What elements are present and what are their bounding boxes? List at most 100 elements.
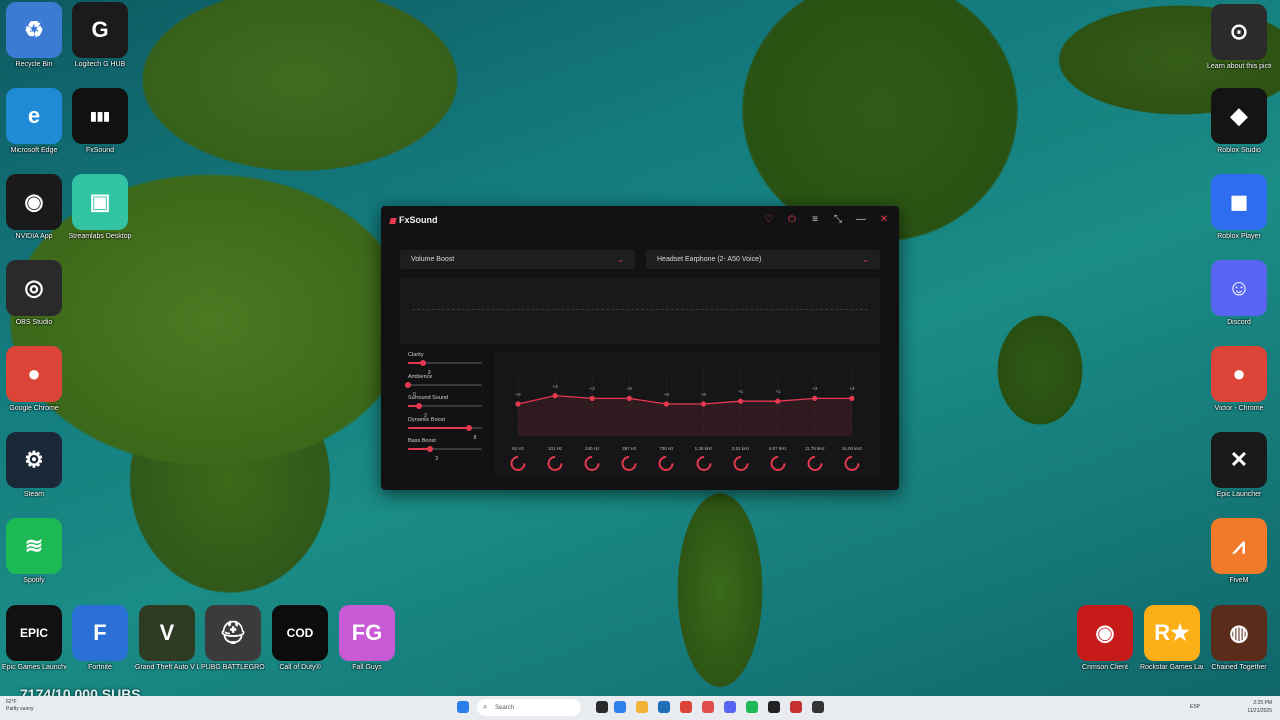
desktop-shortcut[interactable]: ◆ Roblox Studio xyxy=(1207,88,1271,155)
recorder-taskbar-icon[interactable] xyxy=(790,701,802,713)
preset-dropdown[interactable]: Volume Boost ⌄ xyxy=(400,250,635,269)
obs-taskbar-icon[interactable] xyxy=(812,701,824,713)
recycle-bin-icon: ♻ xyxy=(6,2,62,58)
eq-gain-label: +2 xyxy=(812,386,818,392)
fxsound-window: FxSound ♡ ⏻ ≡ ⤡ — ✕ Volume Boost ⌄ Heads… xyxy=(381,206,899,490)
steam-icon: ⚙ xyxy=(6,432,62,488)
eq-band-point[interactable] xyxy=(589,395,595,401)
edge-icon: e xyxy=(6,88,62,144)
weather-desc: Partly sunny xyxy=(6,706,34,712)
effect-slider[interactable]: 8 xyxy=(408,424,482,441)
shortcut-label: Chained Together xyxy=(1211,664,1267,671)
desktop-shortcut[interactable]: ⛑ PUBG BATTLEGROUNDS xyxy=(201,605,265,672)
slider-handle[interactable] xyxy=(465,424,472,431)
eq-band-point[interactable] xyxy=(626,395,632,401)
slider-handle[interactable] xyxy=(416,403,423,409)
eq-band-point[interactable] xyxy=(849,395,855,401)
language-indicator: ESP xyxy=(1189,704,1200,710)
effect-slider[interactable]: 0 xyxy=(405,381,482,398)
eq-band-point[interactable] xyxy=(663,401,669,407)
slider-handle[interactable] xyxy=(405,381,411,388)
clock-date: 11/21/2025 xyxy=(1247,708,1272,714)
menu-icon[interactable]: ≡ xyxy=(808,212,822,226)
close-button[interactable]: ✕ xyxy=(877,212,891,226)
effect-slider[interactable]: 3 xyxy=(408,446,482,462)
desktop-shortcut[interactable]: R★ Rockstar Games Launcher xyxy=(1140,605,1204,672)
eq-band-point[interactable] xyxy=(775,398,781,404)
desktop-shortcut[interactable]: ⚙ Steam xyxy=(2,432,66,499)
eq-curve-fill xyxy=(518,395,852,436)
effect-slider[interactable]: 3 xyxy=(408,360,482,376)
desktop-shortcut[interactable]: ● Victor - Chrome xyxy=(1207,346,1271,413)
fxsound-title: FxSound xyxy=(389,215,438,225)
desktop-shortcut[interactable]: ◍ Chained Together xyxy=(1207,605,1271,672)
copilot-icon[interactable] xyxy=(614,701,626,713)
search-icon: ⌕ xyxy=(483,702,488,711)
desktop-shortcut[interactable]: ◼ Roblox Player xyxy=(1207,174,1271,241)
app-taskbar-icon[interactable] xyxy=(702,701,714,713)
shortcut-label: PUBG BATTLEGROUNDS xyxy=(201,664,265,671)
desktop-shortcut[interactable]: ≋ Spotify xyxy=(2,518,66,585)
eq-frequency-label: 11.76 kHz xyxy=(804,446,825,451)
eq-frequency-label: 62 Hz xyxy=(512,446,524,451)
effect-name: Clarity xyxy=(408,352,424,358)
eq-band-point[interactable] xyxy=(738,398,744,404)
discord-icon: ☺ xyxy=(1211,260,1267,316)
desktop-shortcut[interactable]: ✕ Epic Launcher xyxy=(1207,432,1271,499)
eq-frequency-label: 16.00 kHz xyxy=(841,446,863,451)
output-device-dropdown[interactable]: Headset Earphone (2- A50 Voice) ⌄ xyxy=(646,250,880,269)
desktop-shortcut[interactable]: ◉ Crimson Client xyxy=(1073,605,1137,672)
shortcut-label: Fortnite xyxy=(88,664,112,671)
desktop-shortcut[interactable]: FG Fall Guys xyxy=(335,605,399,672)
desktop-shortcut[interactable]: ◎ OBS Studio xyxy=(2,260,66,327)
minimize-button[interactable]: — xyxy=(854,212,868,226)
desktop-shortcut[interactable]: V Grand Theft Auto V Legacy xyxy=(135,605,199,672)
heart-icon[interactable]: ♡ xyxy=(762,212,776,226)
search-box[interactable]: ⌕ Search xyxy=(477,699,581,716)
shortcut-label: Recycle Bin xyxy=(15,61,53,68)
desktop-shortcut[interactable]: ⩘ FiveM xyxy=(1207,518,1271,585)
effect-slider[interactable]: 2 xyxy=(408,403,482,419)
eq-band-point[interactable] xyxy=(700,401,707,407)
chrome-icon: ● xyxy=(6,346,62,402)
eq-band-point[interactable] xyxy=(812,395,818,401)
desktop-shortcut[interactable]: ▮▮▮ FxSound xyxy=(68,88,132,155)
desktop-shortcut[interactable]: e Microsoft Edge xyxy=(2,88,66,155)
desktop-shortcut[interactable]: ▣ Streamlabs Desktop xyxy=(68,174,132,241)
file-explorer-icon[interactable] xyxy=(636,701,648,713)
eq-frequency-label: 397 Hz xyxy=(622,446,637,451)
desktop-shortcut[interactable]: G Logitech G HUB xyxy=(68,2,132,69)
power-icon[interactable]: ⏻ xyxy=(785,212,799,226)
desktop-shortcut[interactable]: EPIC Epic Games Launcher xyxy=(2,605,66,672)
task-view-icon[interactable] xyxy=(596,701,608,713)
desktop-shortcut[interactable]: COD Call of Duty® xyxy=(268,605,332,672)
desktop-shortcut[interactable]: ⊙ Learn about this picture xyxy=(1207,4,1271,71)
visualizer-baseline xyxy=(412,309,868,310)
slider-handle[interactable] xyxy=(427,446,434,452)
eq-gain-label: +2 xyxy=(849,386,855,392)
eq-band-point[interactable] xyxy=(552,393,558,399)
desktop-shortcut[interactable]: ◉ NVIDIA App xyxy=(2,174,66,241)
discord-taskbar-icon[interactable] xyxy=(724,701,736,713)
slider-handle[interactable] xyxy=(419,360,426,366)
start-icon[interactable] xyxy=(457,701,469,713)
fivem-icon: ⩘ xyxy=(1211,518,1267,574)
desktop-shortcut[interactable]: F Fortnite xyxy=(68,605,132,672)
fxsound-taskbar-icon[interactable] xyxy=(768,701,780,713)
obs-icon: ◎ xyxy=(6,260,62,316)
desktop-shortcut[interactable]: ● Google Chrome xyxy=(2,346,66,413)
system-tray[interactable]: ESP 2:25 PM 11/21/2025 xyxy=(1190,699,1272,715)
effect-name: Dynamic Boost xyxy=(408,416,445,423)
store-icon[interactable] xyxy=(658,701,670,713)
spotify-taskbar-icon[interactable] xyxy=(746,701,758,713)
shortcut-label: FxSound xyxy=(85,147,115,154)
eq-band-point[interactable] xyxy=(515,401,521,407)
taskbar: 62°F Partly sunny ⌕ Search ESP 2:25 PM 1… xyxy=(0,696,1280,720)
desktop-shortcut[interactable]: ♻ Recycle Bin xyxy=(2,2,66,69)
desktop-shortcut[interactable]: ☺ Discord xyxy=(1207,260,1271,327)
collapse-icon[interactable]: ⤡ xyxy=(831,212,845,226)
shortcut-label: Learn about this picture xyxy=(1207,63,1271,70)
eq-gain-label: +2 xyxy=(626,386,632,392)
weather-widget[interactable]: 62°F Partly sunny xyxy=(6,699,34,713)
chrome-taskbar-icon[interactable] xyxy=(680,701,692,713)
